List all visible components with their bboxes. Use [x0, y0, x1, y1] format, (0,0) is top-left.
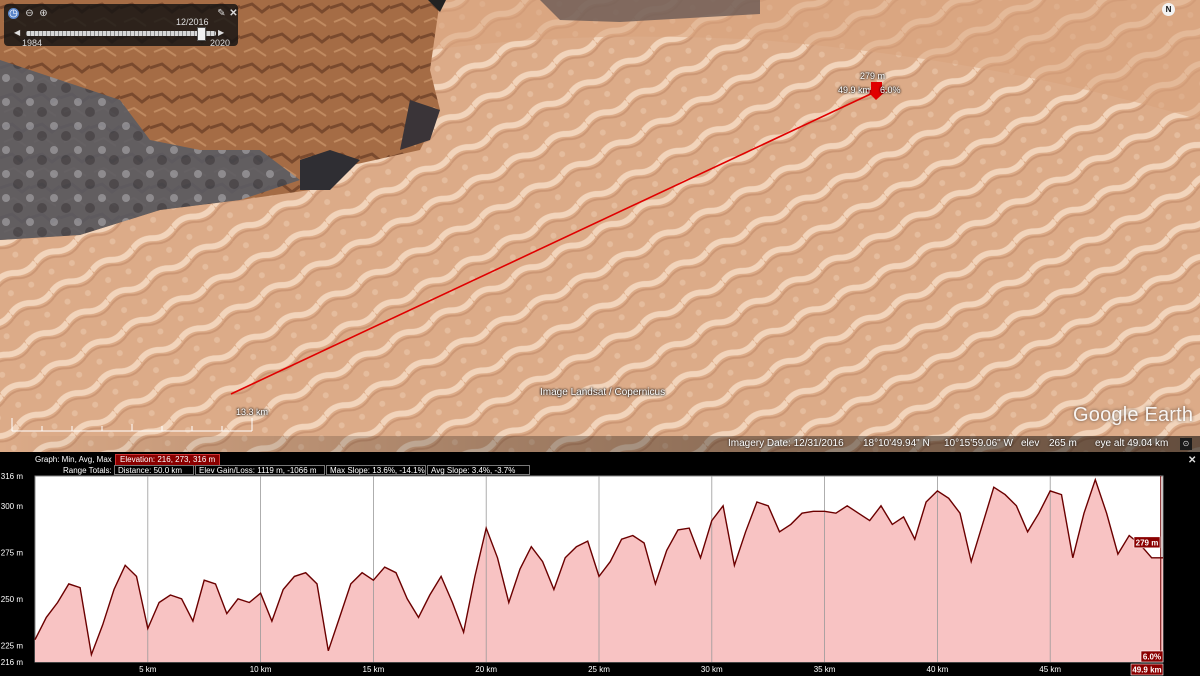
x-tick-label: 45 km — [1039, 665, 1061, 674]
eye-alt-readout: eye alt 49.04 km — [1095, 438, 1169, 449]
cursor-elev-label: 279 m — [1136, 538, 1159, 547]
longitude-readout: 10°15'59.06" W — [944, 438, 1013, 449]
elev-readout: 265 m — [1049, 438, 1077, 449]
y-tick-label: 225 m — [1, 641, 24, 650]
time-slider-end: 2020 — [210, 38, 231, 48]
y-tick-label: 300 m — [1, 502, 24, 511]
cursor-slope-label: 6.0% — [1143, 653, 1161, 662]
imagery-date: Imagery Date: 12/31/2016 — [728, 438, 844, 449]
satellite-imagery — [0, 0, 1200, 452]
y-tick-label: 275 m — [1, 548, 24, 557]
zoom-out-icon[interactable]: ⊖ — [24, 8, 35, 19]
map-view[interactable]: ◷ ⊖ ⊕ ✎ ✕ 12/2016 ◀ ▶ 1984 2020 N 279 m … — [0, 0, 1200, 452]
time-slider-thumb[interactable] — [196, 27, 206, 41]
time-slider-widget[interactable]: ◷ ⊖ ⊕ ✎ ✕ 12/2016 ◀ ▶ 1984 2020 — [4, 4, 239, 48]
marker-slope-label: 6.0% — [880, 85, 901, 95]
step-forward-icon[interactable]: ▶ — [218, 28, 227, 38]
zoom-in-icon[interactable]: ⊕ — [38, 8, 49, 19]
elevation-profile-chart[interactable]: 5 km 10 km 15 km 20 km 25 km 30 km 35 km 40 km 4… — [0, 452, 1200, 676]
x-tick-label: 20 km — [475, 665, 497, 674]
x-tick-label: 5 km — [139, 665, 157, 674]
x-tick-label: 40 km — [927, 665, 949, 674]
latitude-readout: 18°10'49.94" N — [863, 438, 930, 449]
time-slider-current: 12/2016 — [176, 17, 209, 27]
status-scroll-icon[interactable]: ⊙ — [1180, 438, 1192, 450]
time-slider-start: 1984 — [22, 38, 43, 48]
x-tick-label: 10 km — [250, 665, 272, 674]
x-tick-label: 15 km — [363, 665, 385, 674]
x-tick-label: 30 km — [701, 665, 723, 674]
x-tick-label: 35 km — [814, 665, 836, 674]
close-icon[interactable]: ✕ — [228, 8, 239, 19]
elev-label: elev — [1021, 438, 1040, 449]
imagery-credit: Image Landsat / Copernicus — [540, 387, 666, 398]
y-tick-label: 216 m — [1, 658, 24, 667]
scale-label: 13.3 km — [236, 407, 269, 417]
clock-icon[interactable]: ◷ — [8, 8, 19, 19]
status-bar — [0, 436, 1200, 452]
wrench-icon[interactable]: ✎ — [216, 8, 227, 19]
compass-north-icon[interactable]: N — [1162, 3, 1175, 16]
y-tick-label: 250 m — [1, 595, 24, 604]
y-tick-label: 316 m — [1, 472, 24, 481]
cursor-dist-label: 49.9 km — [1132, 666, 1161, 675]
google-earth-logo: Google Earth — [1073, 404, 1194, 426]
time-slider-track[interactable] — [26, 31, 216, 36]
step-back-icon[interactable]: ◀ — [14, 28, 23, 38]
marker-elevation-label: 279 m — [860, 71, 886, 81]
x-tick-label: 25 km — [588, 665, 610, 674]
marker-distance-label: 49.9 km — [838, 85, 871, 95]
